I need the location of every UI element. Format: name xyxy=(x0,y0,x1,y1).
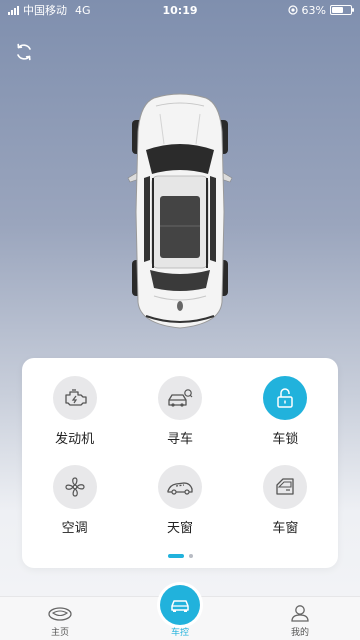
car-icon xyxy=(127,93,233,329)
window-label: 车窗 xyxy=(272,521,299,536)
tab-home[interactable]: 主页 xyxy=(0,597,120,640)
vehicle-control-panel: 发动机 寻车 车锁 空调 天窗 车窗 xyxy=(22,358,338,568)
vehicle-top-view xyxy=(120,92,240,332)
unlock-icon xyxy=(277,388,294,408)
tab-car-control-label: 车控 xyxy=(170,628,189,638)
battery-icon xyxy=(330,5,354,15)
engine-icon xyxy=(65,389,87,406)
fan-icon xyxy=(65,477,85,497)
orientation-lock-icon xyxy=(287,5,298,15)
find-car-label: 寻车 xyxy=(166,432,193,447)
find-car-icon xyxy=(168,389,193,407)
find-car-control[interactable]: 寻车 xyxy=(127,376,232,447)
page-dot-active xyxy=(167,554,184,558)
status-bar: 中国移动 4G 10:19 63% xyxy=(0,0,360,20)
signal-icon xyxy=(8,5,19,15)
bottom-tab-bar: 主页 车控 我的 xyxy=(0,585,360,640)
tab-car-control[interactable]: 车控 xyxy=(120,585,240,640)
tab-profile[interactable]: 我的 xyxy=(240,597,360,640)
page-dot xyxy=(188,554,193,558)
refresh-button[interactable] xyxy=(12,40,36,64)
car-control-icon xyxy=(171,600,189,612)
engine-control[interactable]: 发动机 xyxy=(22,376,127,447)
sunroof-control[interactable]: 天窗 xyxy=(127,465,232,536)
refresh-icon xyxy=(17,43,31,61)
profile-icon xyxy=(291,605,309,622)
air-conditioning-control[interactable]: 空调 xyxy=(22,465,127,536)
lock-label: 车锁 xyxy=(272,432,299,447)
tab-profile-label: 我的 xyxy=(290,628,309,638)
window-control[interactable]: 车窗 xyxy=(233,465,338,536)
tab-home-label: 主页 xyxy=(50,628,69,638)
sunroof-icon xyxy=(167,482,193,495)
engine-label: 发动机 xyxy=(55,432,95,447)
window-icon xyxy=(276,478,294,495)
sunroof-label: 天窗 xyxy=(166,521,193,536)
carrier-name: 中国移动 xyxy=(23,4,67,17)
home-logo-icon xyxy=(48,607,72,621)
air-conditioning-label: 空调 xyxy=(61,521,88,536)
page-indicator[interactable] xyxy=(22,554,338,558)
battery-percent: 63% xyxy=(301,3,326,17)
network-type: 4G xyxy=(75,3,91,17)
lock-control[interactable]: 车锁 xyxy=(233,376,338,447)
